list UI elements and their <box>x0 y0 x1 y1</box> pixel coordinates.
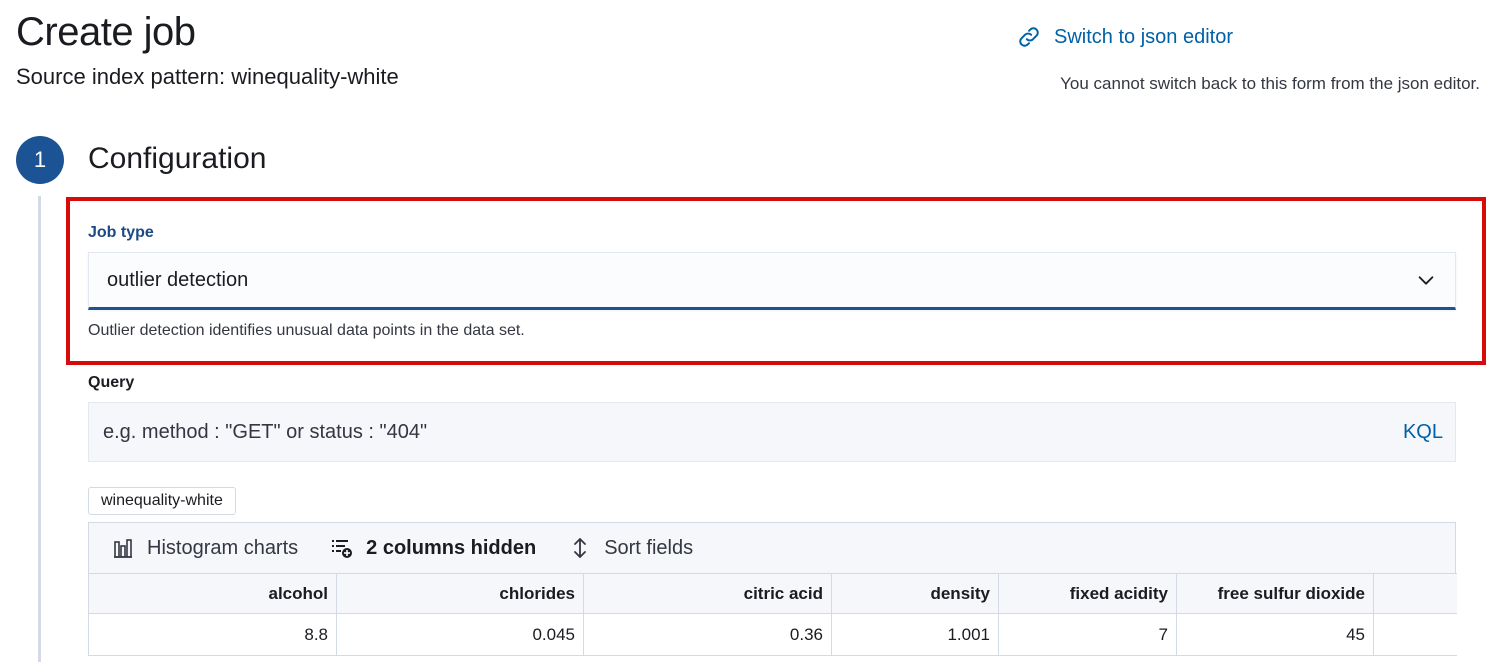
job-type-help-text: Outlier detection identifies unusual dat… <box>88 322 525 339</box>
job-type-label: Job type <box>88 224 154 241</box>
histogram-icon <box>114 539 132 558</box>
sort-fields-button[interactable]: Sort fields <box>568 536 693 560</box>
column-header-fixed-acidity[interactable]: fixed acidity <box>998 573 1177 614</box>
job-type-selected-value: outlier detection <box>107 268 249 291</box>
data-grid-toolbar: Histogram charts 2 columns hidden Sort f… <box>88 522 1456 574</box>
sort-icon <box>574 538 587 558</box>
column-header-citric-acid[interactable]: citric acid <box>583 573 832 614</box>
column-header-alcohol[interactable]: alcohol <box>88 573 337 614</box>
table-cell[interactable]: 45 <box>1176 613 1374 656</box>
table-cell[interactable]: 1.001 <box>831 613 999 656</box>
query-label: Query <box>88 374 135 391</box>
columns-hidden-icon <box>332 540 353 558</box>
page-subtitle: Source index pattern: winequality-white <box>16 64 399 89</box>
column-header-density[interactable]: density <box>831 573 999 614</box>
switch-to-json-editor-link[interactable]: Switch to json editor <box>1016 22 1233 52</box>
table-cell[interactable]: 0.045 <box>336 613 584 656</box>
step-number-badge: 1 <box>16 136 64 184</box>
column-header-filler <box>1373 573 1457 614</box>
query-bar: KQL <box>88 402 1456 462</box>
histogram-charts-button[interactable]: Histogram charts <box>111 536 298 560</box>
sort-fields-label: Sort fields <box>604 536 694 559</box>
table-cell[interactable]: 8.8 <box>88 613 337 656</box>
table-cell-filler <box>1373 613 1457 656</box>
query-input[interactable] <box>101 419 1205 445</box>
chevron-down-icon <box>1418 276 1434 285</box>
table-cell[interactable]: 0.36 <box>583 613 832 656</box>
link-icon <box>1019 27 1039 47</box>
page-title: Create job <box>16 10 196 54</box>
table-cell[interactable]: 7 <box>998 613 1177 656</box>
index-pattern-badge: winequality-white <box>88 487 236 515</box>
step-connector-line <box>38 196 41 662</box>
job-type-select[interactable]: outlier detection <box>88 252 1456 310</box>
table-header-row: alcohol chlorides citric acid density fi… <box>88 573 1457 614</box>
column-header-chlorides[interactable]: chlorides <box>336 573 584 614</box>
columns-hidden-button[interactable]: 2 columns hidden <box>330 536 536 560</box>
table-row: 8.8 0.045 0.36 1.001 7 45 <box>88 613 1457 656</box>
kql-toggle-button[interactable]: KQL <box>1403 421 1443 444</box>
histogram-charts-label: Histogram charts <box>147 536 299 559</box>
data-grid: alcohol chlorides citric acid density fi… <box>88 573 1457 656</box>
switch-link-label: Switch to json editor <box>1054 25 1233 48</box>
switch-note: You cannot switch back to this form from… <box>1060 74 1480 93</box>
column-header-free-sulfur-dioxide[interactable]: free sulfur dioxide <box>1176 573 1374 614</box>
step-title: Configuration <box>88 142 267 175</box>
columns-hidden-label: 2 columns hidden <box>366 536 537 559</box>
